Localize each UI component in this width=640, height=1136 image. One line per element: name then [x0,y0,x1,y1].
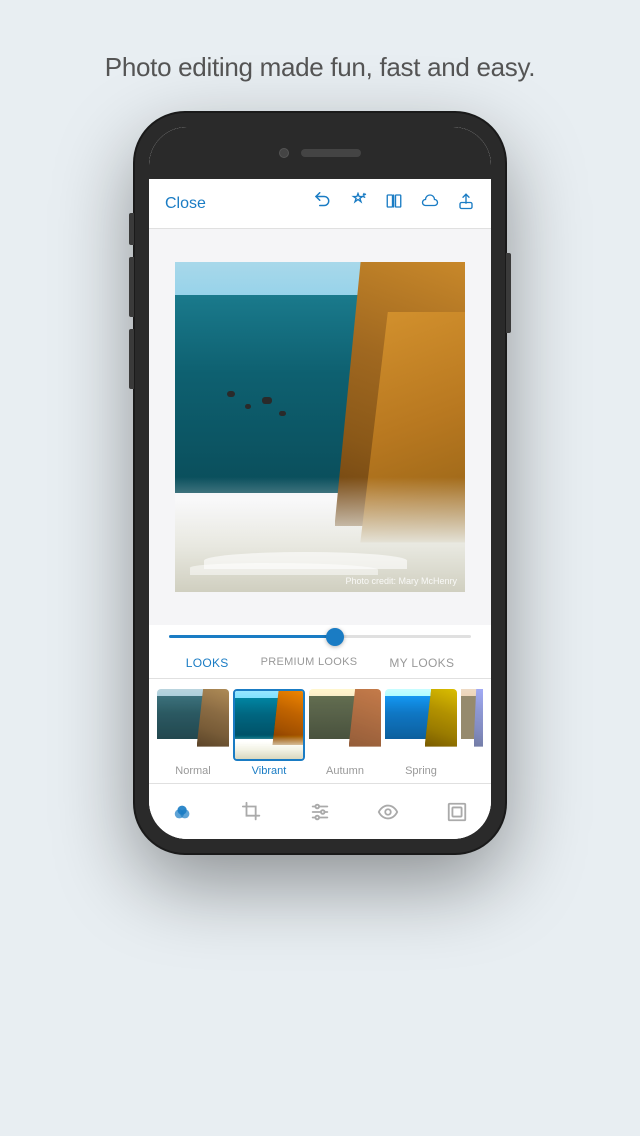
details-nav-icon [377,801,399,823]
looks-tabs: LOOKS PREMIUM LOOKS MY LOOKS [149,646,491,679]
nav-crop[interactable] [241,801,263,823]
filter-row: Normal Vibrant [149,679,491,783]
filter-label-autumn: Autumn [326,765,364,777]
bottom-nav [149,783,491,839]
wave2 [190,563,379,575]
toolbar-icons [313,192,475,215]
side-buttons-right [506,253,511,333]
frames-nav-icon [446,801,468,823]
creative-cloud-icon[interactable] [421,192,439,215]
photo-image: Photo credit: Mary McHenry [175,262,465,592]
tab-my-looks[interactable]: MY LOOKS [373,652,470,674]
filter-thumb-spring [385,689,457,761]
phone-inner: Close [149,127,491,839]
slider-area [149,625,491,646]
looks-nav-icon [172,801,194,823]
filter-thumb-autumn [309,689,381,761]
toolbar: Close [149,179,491,229]
compare-icon[interactable] [385,192,403,215]
filter-vibrant[interactable]: Vibrant [233,689,305,777]
nav-adjustments[interactable] [309,801,331,823]
photo-area: Photo credit: Mary McHenry [149,229,491,625]
filter-autumn[interactable]: Autumn [309,689,381,777]
phone-top-bar [149,127,491,179]
front-camera [279,148,289,158]
filter-thumb-extra [461,689,483,761]
undo-icon[interactable] [313,192,331,215]
adjust-nav-icon [309,801,331,823]
app-screen: Close [149,179,491,839]
nav-looks[interactable] [172,801,194,823]
speaker-grille [301,149,361,157]
nav-frames[interactable] [446,801,468,823]
mute-button [129,213,134,245]
wave-layer [175,477,465,593]
photo-credit: Photo credit: Mary McHenry [345,576,457,586]
side-buttons-left [129,213,134,389]
power-button [506,253,511,333]
tab-looks[interactable]: LOOKS [170,652,245,674]
tab-premium-looks[interactable]: PREMIUM LOOKS [245,652,374,674]
volume-down-button [129,329,134,389]
filter-label-normal: Normal [175,765,210,777]
phone-shell: Close [135,113,505,853]
auto-enhance-icon[interactable] [349,192,367,215]
slider-fill [169,635,335,638]
intensity-slider[interactable] [169,635,471,638]
nav-details[interactable] [377,801,399,823]
filter-thumb-normal [157,689,229,761]
rocks-layer [219,378,306,444]
filter-label-vibrant: Vibrant [252,765,287,777]
filter-label-spring: Spring [405,765,437,777]
filter-spring[interactable]: Spring [385,689,457,777]
share-icon[interactable] [457,192,475,215]
filter-normal[interactable]: Normal [157,689,229,777]
volume-up-button [129,257,134,317]
slider-thumb[interactable] [326,628,344,646]
crop-nav-icon [241,801,263,823]
tagline: Photo editing made fun, fast and easy. [105,52,535,83]
filter-thumb-vibrant [233,689,305,761]
filter-extra[interactable] [461,689,483,761]
close-button[interactable]: Close [165,195,206,213]
